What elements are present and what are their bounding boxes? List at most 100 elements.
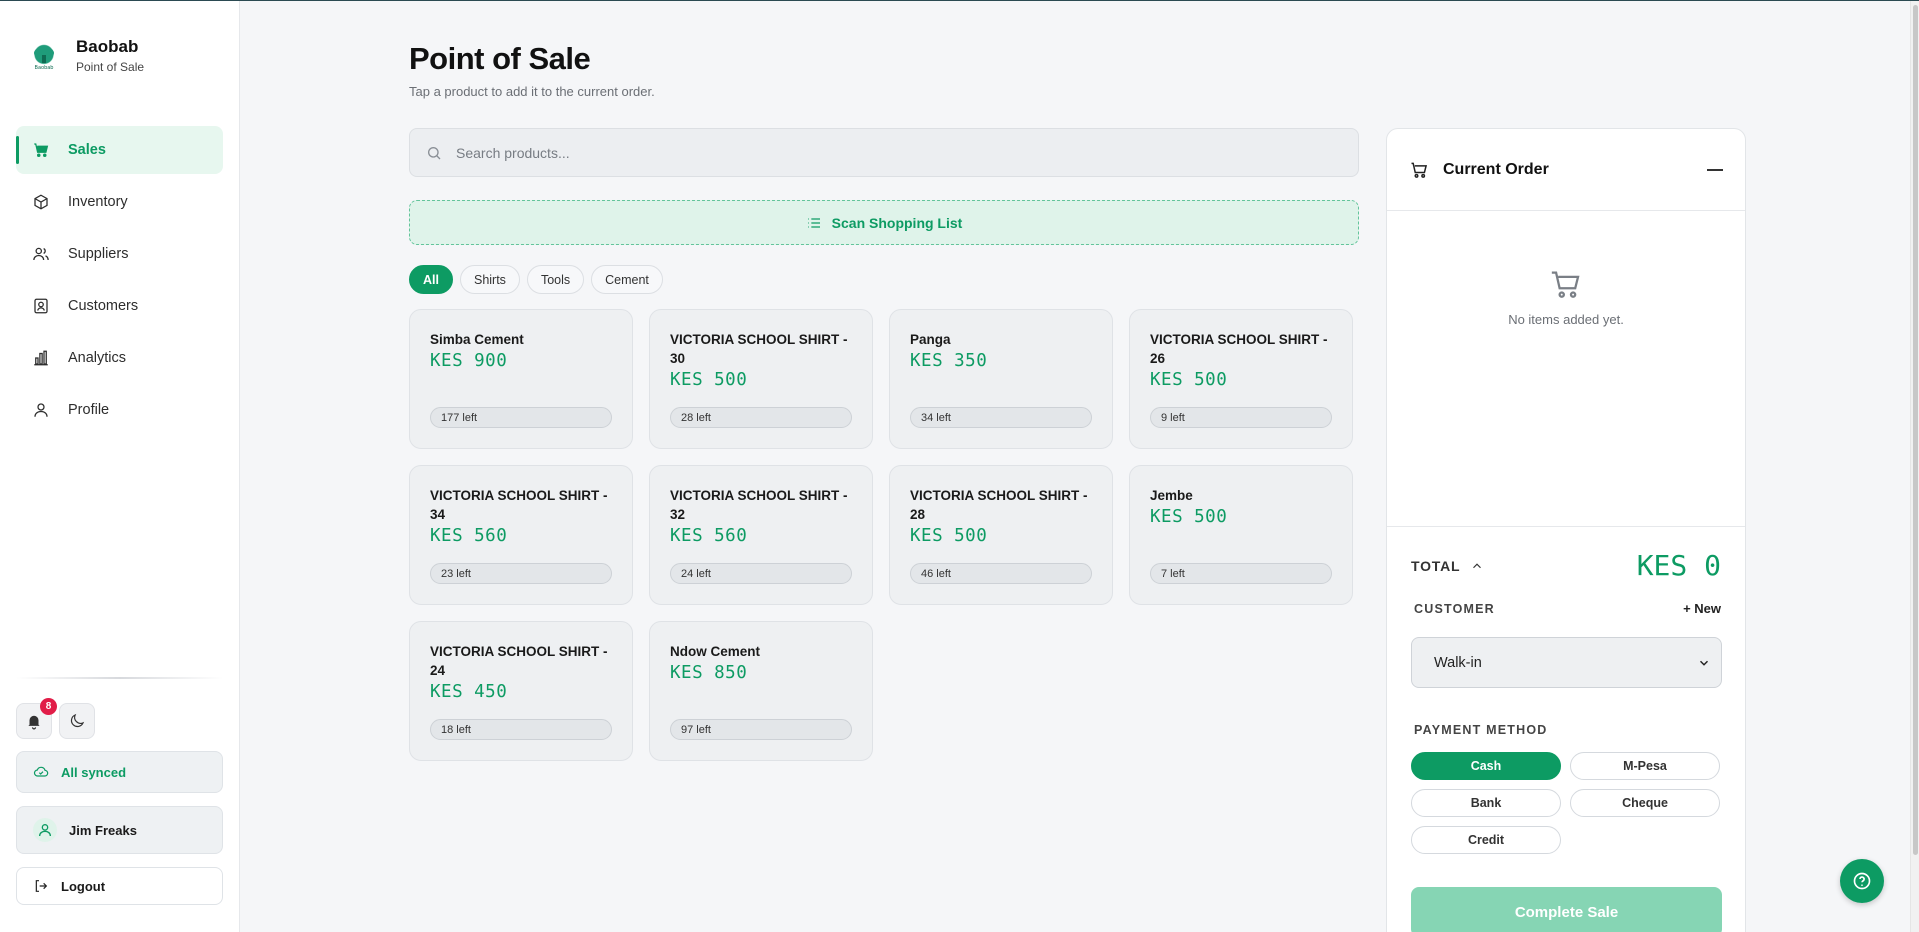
- stock-badge: 177 left: [430, 407, 612, 428]
- product-name: VICTORIA SCHOOL SHIRT - 34: [430, 488, 608, 522]
- total-value: KES 0: [1636, 549, 1721, 582]
- user-name: Jim Freaks: [69, 822, 137, 838]
- sidebar-item-profile[interactable]: Profile: [16, 386, 223, 434]
- page-title: Point of Sale: [409, 41, 591, 76]
- product-price: KES 450: [430, 682, 508, 702]
- chevron-up-icon: [1473, 562, 1482, 568]
- sidebar-item-analytics[interactable]: Analytics: [16, 334, 223, 382]
- filter-tools[interactable]: Tools: [526, 265, 585, 294]
- product-name: VICTORIA SCHOOL SHIRT - 24: [430, 644, 608, 678]
- sync-status[interactable]: All synced: [16, 751, 223, 793]
- product-price: KES 850: [670, 663, 748, 683]
- scan-shopping-list-button[interactable]: Scan Shopping List: [409, 200, 1359, 245]
- chevron-down-icon: [1699, 660, 1709, 666]
- brand-subtitle: Point of Sale: [76, 60, 145, 74]
- user-avatar-icon: [39, 824, 51, 837]
- empty-cart-icon: [1551, 271, 1580, 298]
- search-input[interactable]: [456, 144, 1336, 161]
- product-card[interactable]: Panga KES 350 34 left: [889, 309, 1113, 449]
- logout-icon: [35, 880, 48, 892]
- order-header: Current Order: [1387, 129, 1745, 211]
- contact-icon: [34, 298, 48, 314]
- sidebar-item-inventory[interactable]: Inventory: [16, 178, 223, 226]
- sidebar-item-label: Profile: [68, 402, 110, 418]
- user-icon: [34, 403, 48, 417]
- collapse-icon[interactable]: [1707, 168, 1723, 171]
- cart-icon: [1411, 162, 1428, 178]
- cart-icon: [34, 143, 49, 158]
- notification-badge: 8: [40, 698, 57, 715]
- payment-bank[interactable]: Bank: [1411, 789, 1561, 817]
- total-label: TOTAL: [1411, 557, 1461, 574]
- moon-icon: [70, 713, 85, 728]
- brand[interactable]: Baobab Baobab Point of Sale: [28, 37, 144, 74]
- product-price: KES 560: [670, 526, 748, 546]
- logout-button[interactable]: Logout: [16, 867, 223, 905]
- product-card[interactable]: VICTORIA SCHOOL SHIRT - 28 KES 500 46 le…: [889, 465, 1113, 605]
- total-toggle[interactable]: TOTAL: [1411, 558, 1484, 574]
- stock-badge: 34 left: [910, 407, 1092, 428]
- scan-label: Scan Shopping List: [831, 214, 963, 231]
- sidebar-item-label: Inventory: [68, 194, 128, 210]
- product-card[interactable]: Ndow Cement KES 850 97 left: [649, 621, 873, 761]
- bell-icon: [28, 715, 40, 730]
- product-price: KES 500: [1150, 370, 1228, 390]
- empty-order-state: No items added yet.: [1387, 267, 1745, 327]
- product-grid: Simba Cement KES 900 177 left VICTORIA S…: [409, 309, 1359, 761]
- category-filters: All Shirts Tools Cement: [409, 265, 663, 294]
- sidebar-item-label: Suppliers: [68, 246, 129, 262]
- brand-name: Baobab: [76, 37, 139, 56]
- complete-sale-button[interactable]: Complete Sale: [1411, 887, 1722, 932]
- scrollbar-thumb[interactable]: [1913, 5, 1918, 855]
- empty-order-text: No items added yet.: [1508, 312, 1624, 327]
- product-card[interactable]: VICTORIA SCHOOL SHIRT - 30 KES 500 28 le…: [649, 309, 873, 449]
- product-card[interactable]: Simba Cement KES 900 177 left: [409, 309, 633, 449]
- product-name: Ndow Cement: [670, 644, 761, 659]
- theme-toggle-button[interactable]: [59, 703, 95, 739]
- sidebar-item-customers[interactable]: Customers: [16, 282, 223, 330]
- sidebar-item-suppliers[interactable]: Suppliers: [16, 230, 223, 278]
- product-card[interactable]: VICTORIA SCHOOL SHIRT - 32 KES 560 24 le…: [649, 465, 873, 605]
- product-name: Simba Cement: [430, 332, 524, 347]
- stock-badge: 9 left: [1150, 407, 1332, 428]
- product-card[interactable]: Jembe KES 500 7 left: [1129, 465, 1353, 605]
- page-subtitle: Tap a product to add it to the current o…: [409, 84, 655, 99]
- product-card[interactable]: VICTORIA SCHOOL SHIRT - 26 KES 500 9 lef…: [1129, 309, 1353, 449]
- product-price: KES 500: [910, 526, 988, 546]
- product-price: KES 900: [430, 351, 508, 371]
- payment-credit[interactable]: Credit: [1411, 826, 1561, 854]
- page-scrollbar[interactable]: [1910, 1, 1919, 932]
- payment-cheque[interactable]: Cheque: [1570, 789, 1720, 817]
- product-search[interactable]: [409, 128, 1359, 177]
- payment-mpesa[interactable]: M-Pesa: [1570, 752, 1720, 780]
- filter-shirts[interactable]: Shirts: [459, 265, 520, 294]
- current-order-panel: Current Order No items added yet. TOTAL …: [1386, 128, 1746, 932]
- sidebar-item-label: Analytics: [68, 350, 127, 366]
- stock-badge: 7 left: [1150, 563, 1332, 584]
- logout-label: Logout: [61, 878, 106, 894]
- product-price: KES 500: [1150, 507, 1228, 527]
- product-name: VICTORIA SCHOOL SHIRT - 28: [910, 488, 1088, 522]
- product-name: Panga: [910, 332, 951, 347]
- new-customer-button[interactable]: + New: [1683, 601, 1721, 616]
- product-card[interactable]: VICTORIA SCHOOL SHIRT - 34 KES 560 23 le…: [409, 465, 633, 605]
- product-price: KES 350: [910, 351, 988, 371]
- box-icon: [34, 194, 48, 210]
- filter-all[interactable]: All: [409, 265, 453, 294]
- cloud-check-icon: [33, 766, 49, 777]
- user-card[interactable]: Jim Freaks: [16, 806, 223, 854]
- order-title: Current Order: [1443, 160, 1549, 178]
- customer-select[interactable]: Walk-in: [1411, 637, 1722, 688]
- stock-badge: 46 left: [910, 563, 1092, 584]
- payment-cash[interactable]: Cash: [1411, 752, 1561, 780]
- sidebar-divider: [16, 677, 223, 679]
- sidebar-item-sales[interactable]: Sales: [16, 126, 223, 174]
- list-icon: [807, 217, 820, 228]
- notifications-button[interactable]: 8: [16, 698, 57, 739]
- stock-badge: 23 left: [430, 563, 612, 584]
- help-button[interactable]: [1840, 859, 1884, 903]
- stock-badge: 28 left: [670, 407, 852, 428]
- filter-cement[interactable]: Cement: [591, 265, 663, 294]
- product-card[interactable]: VICTORIA SCHOOL SHIRT - 24 KES 450 18 le…: [409, 621, 633, 761]
- payment-method-label: PAYMENT METHOD: [1414, 723, 1548, 737]
